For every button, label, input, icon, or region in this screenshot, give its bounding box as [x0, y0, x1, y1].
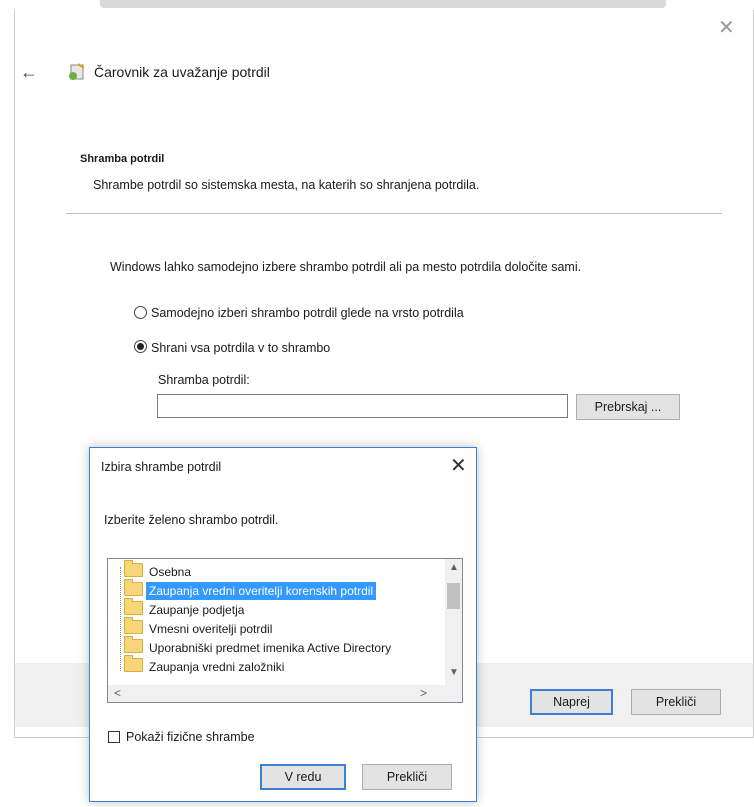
wizard-title: Čarovnik za uvažanje potrdil [94, 64, 270, 80]
back-arrow-icon[interactable]: ← [20, 62, 38, 82]
show-physical-stores-label[interactable]: Pokaži fizične shrambe [126, 730, 255, 744]
show-physical-stores-checkbox[interactable] [108, 731, 120, 743]
store-tree[interactable]: Osebna Zaupanja vredni overitelji korens… [107, 558, 463, 703]
scroll-right-icon[interactable]: > [420, 686, 427, 700]
dialog-prompt: Izberite želeno shrambo potrdil. [104, 513, 279, 527]
folder-icon [124, 636, 143, 653]
dialog-cancel-button[interactable]: Prekliči [362, 764, 452, 790]
scroll-up-icon[interactable]: ▲ [449, 562, 459, 573]
tree-item-label: Uporabniški predmet imenika Active Direc… [149, 641, 392, 655]
intro-text: Windows lahko samodejno izbere shrambo p… [110, 260, 582, 274]
scroll-down-icon[interactable]: ▼ [449, 667, 459, 678]
background-window-edge [100, 0, 666, 8]
next-button[interactable]: Naprej [530, 689, 613, 715]
auto-store-label[interactable]: Samodejno izberi shrambo potrdil glede n… [151, 306, 464, 320]
section-description: Shrambe potrdil so sistemska mesta, na k… [93, 178, 480, 192]
horizontal-scrollbar[interactable]: < > [108, 685, 462, 702]
certificate-wizard-icon [69, 63, 85, 80]
tree-item-label: Vmesni overitelji potrdil [149, 622, 273, 636]
folder-icon [124, 579, 143, 596]
wizard-cancel-button[interactable]: Prekliči [631, 689, 721, 715]
tree-item-label: Zaupanja vredni overitelji korenskih pot… [146, 582, 377, 600]
ok-button[interactable]: V redu [260, 764, 346, 790]
divider [66, 213, 722, 214]
tree-item-store-selected[interactable]: Zaupanja vredni overitelji korenskih pot… [124, 579, 377, 600]
vertical-scrollbar[interactable]: ▲ ▼ [445, 559, 462, 685]
auto-store-radio[interactable] [134, 306, 147, 319]
tree-item-store[interactable]: Osebna [124, 560, 194, 581]
store-field-label: Shramba potrdil: [158, 373, 250, 387]
place-in-store-label[interactable]: Shrani vsa potrdila v to shrambo [151, 341, 330, 355]
tree-item-label: Zaupanje podjetja [149, 603, 245, 617]
folder-icon [124, 617, 143, 634]
dialog-title: Izbira shrambe potrdil [101, 460, 222, 474]
tree-connector [120, 567, 122, 671]
dialog-close-icon[interactable]: ✕ [450, 456, 467, 476]
wizard-close-icon[interactable]: ✕ [718, 18, 735, 38]
folder-icon [124, 655, 143, 672]
tree-item-label: Osebna [149, 565, 192, 579]
certificate-store-input[interactable] [157, 394, 568, 418]
tree-item-store[interactable]: Vmesni overitelji potrdil [124, 617, 275, 638]
tree-item-store[interactable]: Zaupanje podjetja [124, 598, 247, 619]
tree-item-store[interactable]: Uporabniški predmet imenika Active Direc… [124, 636, 394, 657]
folder-icon [124, 598, 143, 615]
vertical-scroll-thumb[interactable] [447, 583, 460, 609]
place-in-store-radio[interactable] [134, 340, 147, 353]
tree-item-store[interactable]: Zaupanja vredni založniki [124, 655, 287, 676]
section-title: Shramba potrdil [80, 153, 165, 165]
browse-button[interactable]: Prebrskaj ... [576, 394, 680, 420]
folder-icon [124, 560, 143, 577]
tree-item-label: Zaupanja vredni založniki [149, 660, 285, 674]
scroll-left-icon[interactable]: < [114, 686, 121, 700]
